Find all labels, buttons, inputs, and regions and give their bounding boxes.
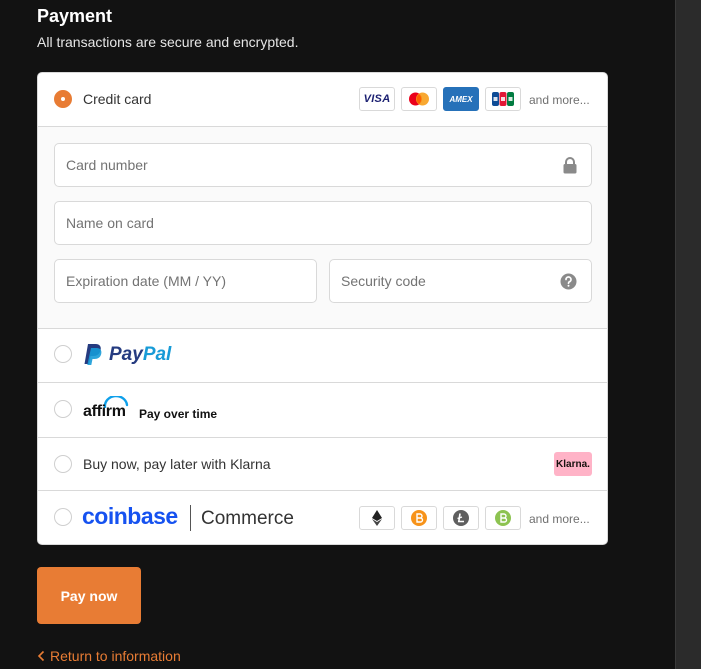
coinbase-divider [190,505,191,531]
chevron-left-icon [37,650,45,662]
return-link-label: Return to information [50,648,181,664]
security-code-input[interactable] [330,260,591,302]
security-code-field[interactable] [329,259,592,303]
name-on-card-field[interactable] [54,201,592,245]
page-subtitle: All transactions are secure and encrypte… [37,34,299,50]
klarna-badge: Klarna. [554,452,592,476]
klarna-label: Buy now, pay later with Klarna [83,456,271,472]
ethereum-icon [359,506,395,530]
payment-header: Payment All transactions are secure and … [37,5,298,50]
affirm-logo: affirm [83,396,133,424]
credit-card-label: Credit card [83,91,152,107]
card-number-input[interactable] [55,144,591,186]
affirm-logo-text: affirm [83,403,126,420]
paypal-p-icon [84,344,102,365]
scrollbar-track[interactable] [675,0,701,669]
jcb-icon [485,87,521,111]
credit-card-radio[interactable] [54,90,72,108]
paypal-radio[interactable] [54,345,72,363]
crypto-more: and more... [529,512,590,526]
coinbase-radio[interactable] [54,508,72,526]
amex-icon: AMEX [443,87,479,111]
payment-option-coinbase[interactable]: coinbase Commerce and more... [38,491,607,544]
bitcoin-icon [401,506,437,530]
pay-now-button[interactable]: Pay now [37,567,141,624]
amex-text: AMEX [449,94,473,104]
coinbase-commerce: Commerce [201,508,294,529]
help-icon[interactable] [560,273,577,295]
expiration-date-field[interactable] [54,259,317,303]
paypal-logo: PayPal [83,343,171,366]
coinbase-logo: coinbase [82,503,178,529]
expiration-date-input[interactable] [55,260,316,302]
payment-methods-card: Credit card VISA AMEX and more... Card n… [37,72,608,545]
mastercard-icon [401,87,437,111]
return-to-information-link[interactable]: Return to information [37,648,181,664]
affirm-pay-over-time: Pay over time [139,407,218,421]
visa-icon: VISA [359,87,395,111]
card-brands-more: and more... [529,93,590,107]
paypal-logo-pay: Pay [109,343,143,365]
payment-option-affirm[interactable]: affirm Pay over time [38,383,607,438]
card-number-field[interactable] [54,143,592,187]
lock-icon [563,157,577,179]
name-on-card-input[interactable] [55,202,591,244]
payment-option-paypal[interactable]: PayPal [38,328,607,383]
visa-text: VISA [363,93,391,105]
litecoin-icon [443,506,479,530]
bitcoin-cash-icon [485,506,521,530]
affirm-radio[interactable] [54,400,72,418]
payment-option-credit-card[interactable]: Credit card VISA AMEX and more... [38,73,607,127]
card-details-form [38,127,607,329]
paypal-logo-pal: Pal [142,343,172,365]
page-title: Payment [37,6,113,26]
payment-option-klarna[interactable]: Buy now, pay later with Klarna Klarna. [38,438,607,491]
klarna-radio[interactable] [54,455,72,473]
